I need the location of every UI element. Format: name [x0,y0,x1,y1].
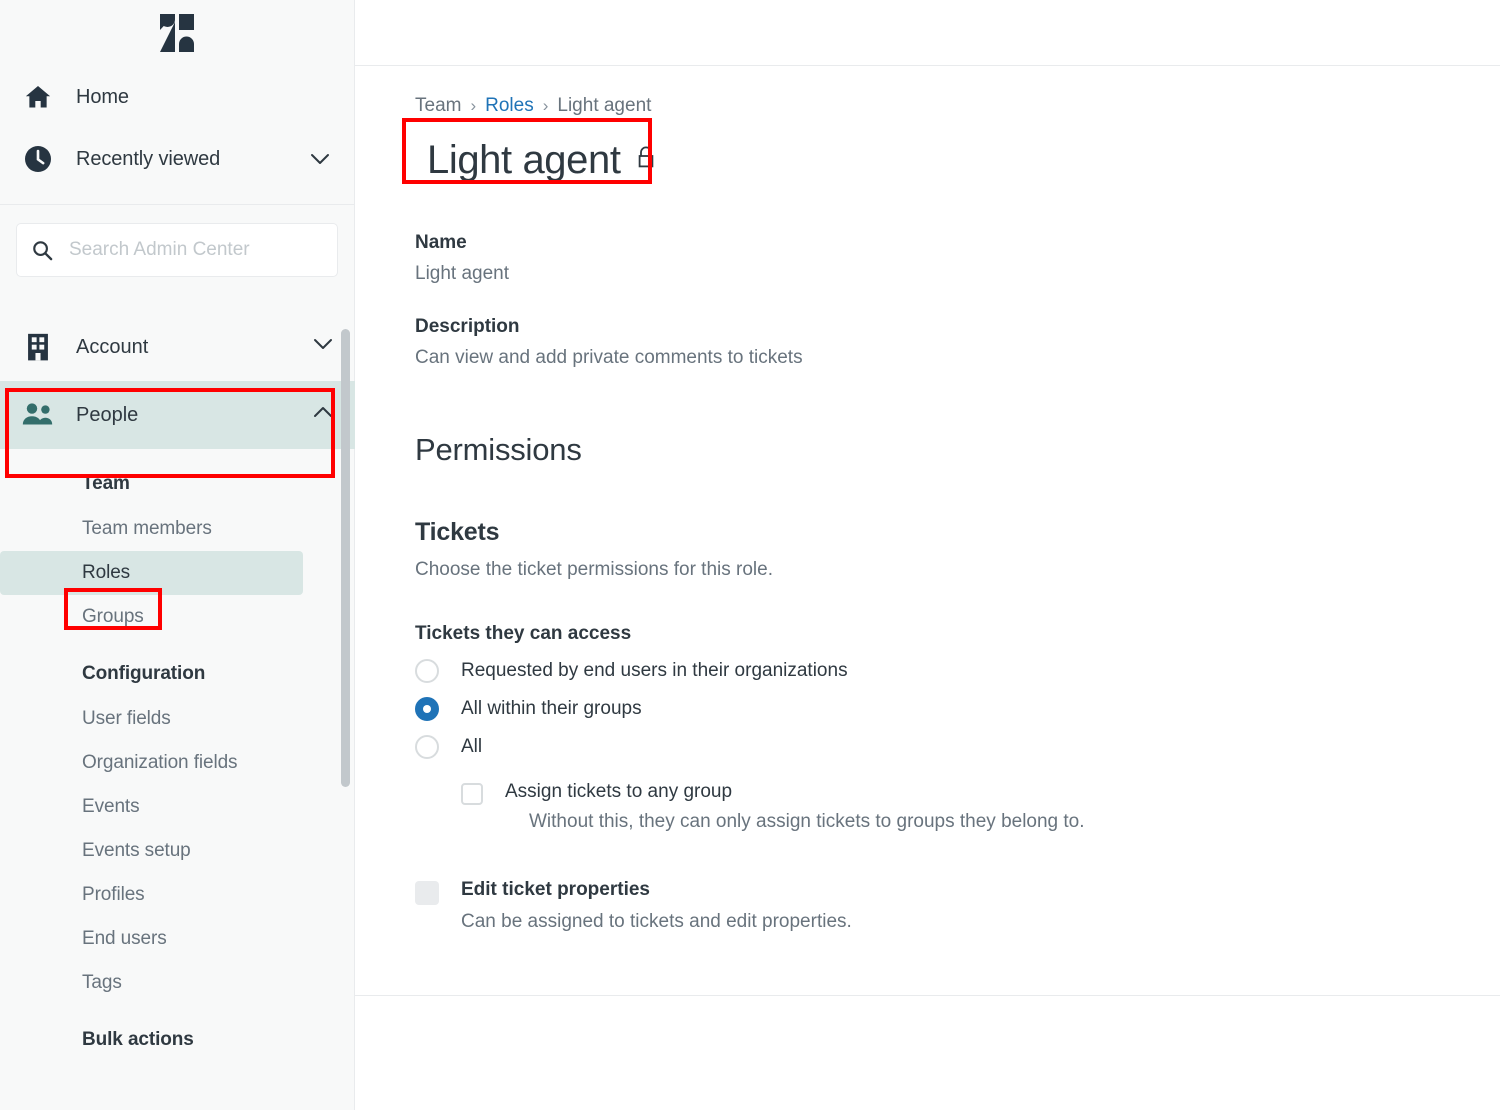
sidebar-group-team: Team Team members Roles Groups [0,449,355,639]
sidebar-item-roles[interactable]: Roles [0,551,303,595]
search-box[interactable] [16,223,338,277]
radio-option-all-within-their-groups[interactable]: All within their groups [415,697,1500,721]
sidebar-scroll-region: Account People Team Team members Roles G… [0,313,355,1110]
radio-icon[interactable] [415,659,439,683]
tickets-description: Choose the ticket permissions for this r… [415,559,773,580]
radio-option-label: Requested by end users in their organiza… [461,660,848,681]
sidebar-search [0,205,354,291]
clock-icon [18,144,58,174]
assign-any-group-hint: Without this, they can only assign ticke… [529,811,1085,832]
main-content: Team › Roles › Light agent Light agent N… [355,0,1500,1110]
edit-ticket-properties-block: Edit ticket properties Can be assigned t… [415,879,1500,933]
content-bottom-divider [355,995,1500,996]
breadcrumb-current: Light agent [557,95,652,116]
sidebar-primary-nav: Home Recently viewed [0,66,354,204]
permissions-heading: Permissions [415,432,582,467]
field-description: Description Can view and add private com… [415,312,1500,374]
sidebar: Home Recently viewed Search Admin Center… [0,0,355,1110]
breadcrumb: Team › Roles › Light agent [415,92,1500,120]
sidebar-section-people[interactable]: People [0,381,355,449]
field-description-label: Description [415,316,520,337]
sidebar-section-account-label: Account [76,335,149,358]
brand-bar [0,0,354,66]
checkbox-icon[interactable] [461,783,483,805]
checkbox-label: Assign tickets to any group [505,781,733,802]
sidebar-item-home[interactable]: Home [0,66,354,128]
radio-option-label: All [461,736,483,757]
checkbox-edit-ticket-properties[interactable]: Edit ticket properties [415,879,1500,905]
sidebar-item-groups[interactable]: Groups [0,595,303,639]
sidebar-item-profiles[interactable]: Profiles [0,873,303,917]
chevron-up-icon[interactable] [313,406,333,424]
radio-option-all[interactable]: All [415,735,1500,759]
chevron-right-icon: › [470,96,477,115]
sidebar-item-user-fields[interactable]: User fields [0,697,303,741]
tickets-access-group-label: Tickets they can access [415,623,632,644]
lock-icon [635,145,657,176]
sidebar-item-tags[interactable]: Tags [0,961,303,1005]
chevron-right-icon: › [542,96,549,115]
tickets-heading: Tickets [415,518,500,546]
field-name: Name Light agent [415,228,1500,290]
radio-icon-selected[interactable] [415,697,439,721]
people-icon [18,402,58,428]
checkbox-label: Edit ticket properties [461,879,650,900]
breadcrumb-team[interactable]: Team [415,95,461,117]
sidebar-group-configuration: Configuration User fields Organization f… [0,639,355,1005]
sidebar-group-configuration-heading: Configuration [82,663,206,684]
sidebar-item-events-setup[interactable]: Events setup [0,829,303,873]
sidebar-item-end-users[interactable]: End users [0,917,303,961]
role-detail-panel: Team › Roles › Light agent Light agent N… [355,66,1500,933]
sidebar-scrollbar-thumb[interactable] [341,329,350,787]
edit-ticket-properties-hint: Can be assigned to tickets and edit prop… [461,911,852,932]
home-icon [18,83,58,111]
chevron-down-icon[interactable] [313,338,333,356]
sidebar-item-home-label: Home [76,85,129,108]
sidebar-section-people-label: People [76,403,139,426]
sidebar-group-team-heading: Team [82,473,130,494]
sidebar-item-team-members[interactable]: Team members [0,507,303,551]
radio-icon[interactable] [415,735,439,759]
checkbox-icon-disabled [415,881,439,905]
field-name-label: Name [415,232,467,253]
sidebar-group-bulk-actions-heading: Bulk actions [82,1029,194,1050]
sidebar-item-events[interactable]: Events [0,785,303,829]
admin-center-page: Home Recently viewed Search Admin Center… [0,0,1500,1110]
building-icon [18,332,58,362]
top-bar [355,0,1500,66]
zendesk-logo-icon[interactable] [156,13,198,53]
search-input[interactable] [57,239,323,261]
page-title: Light agent [427,138,621,182]
radio-option-label: All within their groups [461,698,642,719]
assign-any-group-block: Assign tickets to any group Without this… [461,781,1500,833]
breadcrumb-roles-link[interactable]: Roles [485,95,534,117]
sidebar-section-account[interactable]: Account [0,313,355,381]
field-name-value: Light agent [415,263,510,284]
sidebar-group-bulk-actions: Bulk actions [0,1005,355,1063]
sidebar-item-recently-viewed-label: Recently viewed [76,147,221,170]
sidebar-item-recently-viewed[interactable]: Recently viewed [0,128,354,190]
page-title-row: Light agent [415,132,667,190]
radio-option-requested-by-end-users[interactable]: Requested by end users in their organiza… [415,659,1500,683]
field-description-value: Can view and add private comments to tic… [415,347,803,368]
chevron-down-icon[interactable] [308,153,332,166]
checkbox-assign-tickets-to-any-group[interactable]: Assign tickets to any group [461,781,1500,805]
sidebar-scrollbar[interactable] [341,321,351,1101]
sidebar-item-organization-fields[interactable]: Organization fields [0,741,303,785]
search-icon [31,239,57,262]
